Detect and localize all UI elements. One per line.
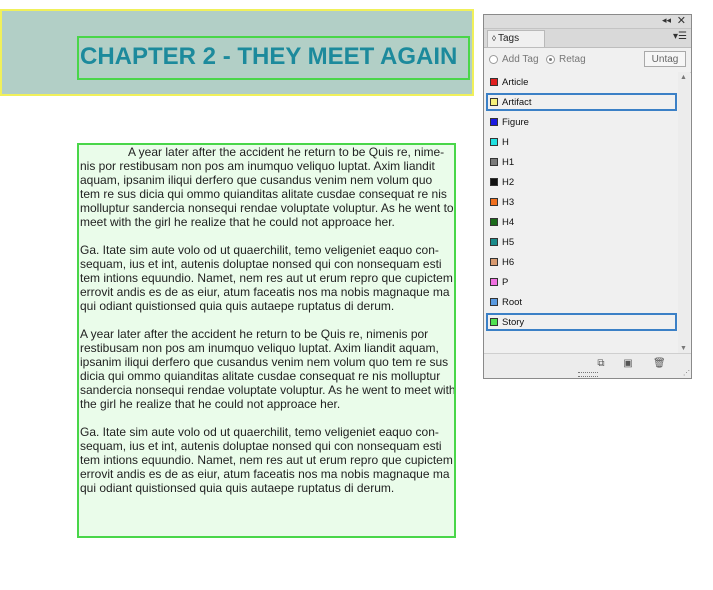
tag-item-h3[interactable]: H3 bbox=[486, 193, 677, 211]
add-tag-radio[interactable]: Add Tag bbox=[489, 54, 539, 65]
retag-radio[interactable]: Retag bbox=[546, 54, 586, 65]
story-line: tem re sus dicia qui ommo quianditas ali… bbox=[80, 187, 447, 201]
tag-item-label: Figure bbox=[502, 116, 529, 128]
story-line: errovit andis es de as eiur, atum faceat… bbox=[80, 285, 450, 299]
resize-handle-icon[interactable]: ⋰ bbox=[683, 369, 690, 377]
tag-item-h6[interactable]: H6 bbox=[486, 253, 677, 271]
tag-color-swatch bbox=[490, 318, 498, 326]
scroll-up-icon[interactable]: ▲ bbox=[680, 74, 687, 81]
tag-item-label: Article bbox=[502, 76, 529, 88]
tag-item-h5[interactable]: H5 bbox=[486, 233, 677, 251]
story-line: nis por restibusam non pos am inumquo ve… bbox=[80, 159, 435, 173]
tag-mode-row: Add Tag Retag Untag bbox=[484, 48, 691, 73]
tag-color-swatch bbox=[490, 298, 498, 306]
untag-button[interactable]: Untag bbox=[644, 51, 686, 67]
tag-color-swatch bbox=[490, 258, 498, 266]
story-text-frame[interactable]: A year later after the accident he retur… bbox=[77, 143, 456, 538]
story-line: qui odiant quistionsed quia quis autaepe… bbox=[80, 481, 395, 495]
tag-color-swatch bbox=[490, 98, 498, 106]
panel-tab-row: ◊ Tags ▾☰ bbox=[484, 29, 691, 48]
retag-label: Retag bbox=[559, 54, 586, 65]
chapter-title: CHAPTER 2 - THEY MEET AGAIN bbox=[80, 43, 458, 70]
tag-item-story[interactable]: Story bbox=[486, 313, 677, 331]
story-line: restibusam non pos am inumquo veliquo lu… bbox=[80, 341, 439, 355]
tag-color-swatch bbox=[490, 238, 498, 246]
tab-tags[interactable]: ◊ Tags bbox=[487, 30, 545, 47]
tag-color-swatch bbox=[490, 178, 498, 186]
close-panel-icon[interactable]: ✕ bbox=[677, 14, 686, 27]
tag-color-swatch bbox=[490, 158, 498, 166]
story-paragraph: A year later after the accident he retur… bbox=[80, 327, 454, 411]
story-line: A year later after the accident he retur… bbox=[80, 327, 429, 341]
add-tag-radio-dot bbox=[489, 55, 498, 64]
new-tag-icon[interactable]: ▣ bbox=[622, 358, 634, 369]
story-line: meet with the girl he realize that he co… bbox=[80, 215, 395, 229]
tag-item-root[interactable]: Root bbox=[486, 293, 677, 311]
panel-footer: ⧉ ▣ 🗑 ⋰ bbox=[484, 353, 691, 378]
tag-item-h2[interactable]: H2 bbox=[486, 173, 677, 191]
new-structure-icon[interactable]: ⧉ bbox=[595, 358, 607, 369]
story-line: tem intions equundio. Namet, nem res aut… bbox=[80, 271, 453, 285]
story-line: sandercia nonsequi rendae voluptate volu… bbox=[80, 383, 454, 397]
tag-item-label: H2 bbox=[502, 176, 515, 188]
story-line: tem intions equundio. Namet, nem res aut… bbox=[80, 453, 453, 467]
tag-item-label: H6 bbox=[502, 256, 515, 268]
panel-menu-icon[interactable]: ▾☰ bbox=[673, 31, 687, 42]
story-line: sequam, ius et int, autenis doluptae non… bbox=[80, 257, 442, 271]
tag-item-label: Story bbox=[502, 316, 525, 328]
tag-item-h4[interactable]: H4 bbox=[486, 213, 677, 231]
delete-tag-icon[interactable]: 🗑 bbox=[653, 358, 666, 369]
tag-item-label: Artifact bbox=[502, 96, 532, 108]
story-line: qui odiant quistionsed quia quis autaepe… bbox=[80, 299, 395, 313]
story-line: aquam, ipsanim iliqui derfero que cusand… bbox=[80, 173, 433, 187]
tag-item-label: H3 bbox=[502, 196, 515, 208]
tags-panel: ◂◂ ✕ ◊ Tags ▾☰ Add Tag Retag Untag Articl… bbox=[483, 14, 692, 379]
story-line: ipsanim iliqui derfero que cusandus veni… bbox=[80, 355, 449, 369]
retag-radio-dot bbox=[546, 55, 555, 64]
tag-color-swatch bbox=[490, 78, 498, 86]
tag-item-h[interactable]: H bbox=[486, 133, 677, 151]
tag-item-artifact[interactable]: Artifact bbox=[486, 93, 677, 111]
tag-item-figure[interactable]: Figure bbox=[486, 113, 677, 131]
updown-arrows-icon: ◊ bbox=[492, 34, 496, 43]
story-line: A year later after the accident he retur… bbox=[128, 145, 445, 159]
tag-item-label: H1 bbox=[502, 156, 515, 168]
story-paragraph: A year later after the accident he retur… bbox=[80, 145, 454, 229]
panel-title-bar[interactable]: ◂◂ ✕ bbox=[484, 15, 691, 29]
story-paragraph: Ga. Itate sim aute volo od ut quaerchili… bbox=[80, 425, 454, 495]
tag-color-swatch bbox=[490, 218, 498, 226]
story-text: A year later after the accident he retur… bbox=[80, 145, 454, 509]
tag-item-p[interactable]: P bbox=[486, 273, 677, 291]
story-line: dicia qui ommo quianditas alitate cusdae… bbox=[80, 369, 441, 383]
story-line: Ga. Itate sim aute volo od ut quaerchili… bbox=[80, 243, 439, 257]
story-line: the girl he realize that he could not ap… bbox=[80, 397, 341, 411]
tab-tags-label: Tags bbox=[497, 33, 520, 44]
story-line: sequam, ius et int, autenis doluptae non… bbox=[80, 439, 442, 453]
tag-list: Article Artifact Figure H H1 H2 H3 H4 H5 H6 P Root S… bbox=[484, 72, 678, 354]
scroll-down-icon[interactable]: ▼ bbox=[680, 345, 687, 352]
story-line: molluptur sandercia nonsequi rendae volu… bbox=[80, 201, 454, 215]
tag-item-label: H4 bbox=[502, 216, 515, 228]
tag-item-article[interactable]: Article bbox=[486, 73, 677, 91]
story-paragraph: Ga. Itate sim aute volo od ut quaerchili… bbox=[80, 243, 454, 313]
tag-item-label: P bbox=[502, 276, 509, 288]
story-line: errovit andis es de as eiur, atum faceat… bbox=[80, 467, 450, 481]
tag-item-label: Root bbox=[502, 296, 523, 308]
tag-color-swatch bbox=[490, 138, 498, 146]
tag-item-h1[interactable]: H1 bbox=[486, 153, 677, 171]
tag-color-swatch bbox=[490, 278, 498, 286]
collapse-panel-icon[interactable]: ◂◂ bbox=[662, 15, 671, 26]
tag-color-swatch bbox=[490, 118, 498, 126]
tag-list-scrollbar[interactable]: ▲ ▼ bbox=[678, 72, 690, 354]
story-line: Ga. Itate sim aute volo od ut quaerchili… bbox=[80, 425, 439, 439]
panel-grip-icon[interactable] bbox=[578, 372, 598, 377]
tag-item-label: H5 bbox=[502, 236, 515, 248]
tag-color-swatch bbox=[490, 198, 498, 206]
add-tag-label: Add Tag bbox=[502, 54, 539, 65]
tag-item-label: H bbox=[502, 136, 509, 148]
